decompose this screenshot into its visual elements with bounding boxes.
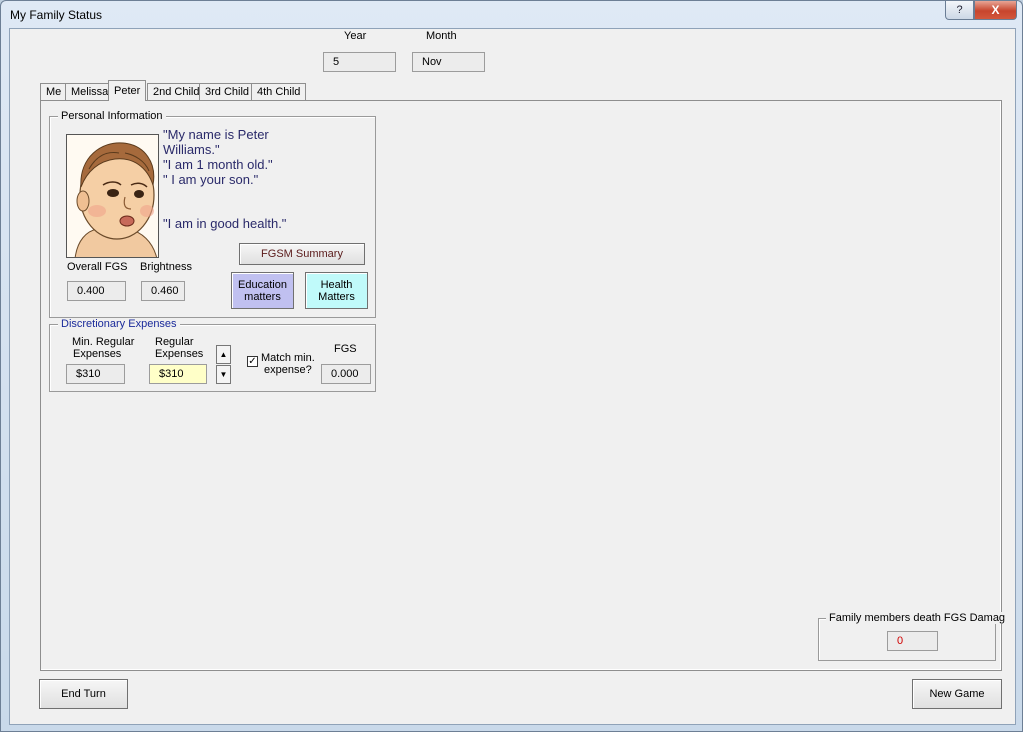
- regular-expenses-input[interactable]: $310: [149, 364, 207, 384]
- min-regular-expenses-field: $310: [66, 364, 125, 384]
- health-button-line1: Health: [320, 279, 353, 291]
- min-regular-label-line2: Expenses: [73, 348, 122, 360]
- quote-name-line1: "My name is Peter: [163, 127, 269, 142]
- brightness-field: 0.460: [141, 281, 185, 301]
- education-matters-button[interactable]: Education matters: [231, 272, 294, 309]
- tab-melissa[interactable]: Melissa: [65, 83, 115, 101]
- tab-peter[interactable]: Peter: [108, 80, 147, 101]
- close-button[interactable]: X: [974, 1, 1017, 20]
- min-regular-label-line1: Min. Regular: [72, 336, 135, 348]
- baby-portrait-image: [67, 135, 158, 257]
- quote-relation: " I am your son.": [163, 172, 259, 187]
- child-portrait: [66, 134, 159, 258]
- year-field: 5: [323, 52, 396, 72]
- end-turn-button[interactable]: End Turn: [39, 679, 128, 709]
- match-min-label-line1: Match min.: [261, 352, 315, 364]
- quote-health: "I am in good health.": [163, 216, 287, 231]
- window-title: My Family Status: [10, 8, 103, 22]
- tab-page-peter: Personal Information "My name is Peter W…: [40, 100, 1009, 671]
- match-min-expense-checkbox[interactable]: ✓: [247, 356, 258, 367]
- app-window: My Family Status ? X Year 5 Month Nov Me…: [0, 0, 1023, 732]
- death-damage-field: 0: [887, 631, 938, 651]
- month-field: Nov: [412, 52, 485, 72]
- education-button-line1: Education: [238, 279, 287, 291]
- overall-fgs-field: 0.400: [67, 281, 126, 301]
- tab-4th-child[interactable]: 4th Child: [251, 83, 307, 101]
- death-damage-group: Family members death FGS Damag 0: [818, 612, 1009, 661]
- discretionary-fgs-field: 0.000: [321, 364, 371, 384]
- health-button-line2: Matters: [318, 291, 355, 303]
- fgsm-summary-button[interactable]: FGSM Summary: [239, 243, 365, 265]
- personal-information-legend: Personal Information: [58, 110, 166, 122]
- tab-me[interactable]: Me: [40, 83, 68, 101]
- quote-age: "I am 1 month old.": [163, 157, 273, 172]
- fgs-label: FGS: [334, 343, 357, 355]
- month-label: Month: [426, 30, 457, 42]
- discretionary-expenses-legend: Discretionary Expenses: [58, 318, 180, 330]
- brightness-label: Brightness: [140, 261, 192, 273]
- discretionary-expenses-group: Discretionary Expenses Min. Regular Expe…: [49, 318, 376, 392]
- regular-label-line1: Regular: [155, 336, 194, 348]
- regular-expenses-spin-up[interactable]: ▲: [216, 345, 231, 364]
- overall-fgs-label: Overall FGS: [67, 261, 128, 273]
- death-damage-legend: Family members death FGS Damag: [826, 612, 1009, 624]
- tab-2nd-child[interactable]: 2nd Child: [147, 83, 206, 101]
- form-client-area: Year 5 Month Nov Me Melissa Peter 2nd Ch…: [9, 28, 1016, 725]
- regular-expenses-spin-down[interactable]: ▼: [216, 365, 231, 384]
- help-button[interactable]: ?: [945, 1, 974, 20]
- health-matters-button[interactable]: Health Matters: [305, 272, 368, 309]
- year-label: Year: [344, 30, 367, 42]
- education-button-line2: matters: [244, 291, 281, 303]
- regular-label-line2: Expenses: [155, 348, 204, 360]
- new-game-button[interactable]: New Game: [912, 679, 1002, 709]
- match-min-label-line2: expense?: [264, 364, 312, 376]
- personal-information-group: Personal Information "My name is Peter W…: [49, 110, 376, 318]
- title-bar[interactable]: My Family Status ? X: [1, 1, 1022, 28]
- tab-3rd-child[interactable]: 3rd Child: [199, 83, 256, 101]
- quote-name-line2: Williams.": [163, 142, 220, 157]
